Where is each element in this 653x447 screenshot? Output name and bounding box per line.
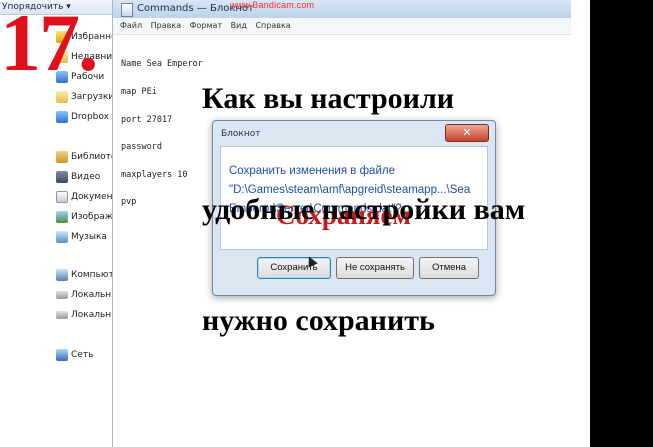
nav-item-label: Локальн xyxy=(71,310,112,320)
nav-item-label: Сеть xyxy=(71,350,94,360)
picture-icon xyxy=(56,211,68,223)
nav-item-label: Загрузки xyxy=(71,92,115,102)
nav-item-label: Докумен xyxy=(71,192,113,202)
nav-item-local-disk-c[interactable]: Локальн xyxy=(56,287,111,303)
text-line: map PEi xyxy=(121,87,157,98)
document-icon xyxy=(56,191,68,203)
step-number: 17. xyxy=(0,0,98,88)
computer-icon xyxy=(56,269,68,281)
nav-item-documents[interactable]: Докумен xyxy=(56,189,113,205)
nav-item-label: Видео xyxy=(71,172,101,182)
nav-item-video[interactable]: Видео xyxy=(56,169,100,185)
text-editor[interactable]: Name Sea Emperor map PEi port 27017 pass… xyxy=(121,42,203,226)
notepad-icon xyxy=(121,3,133,17)
instruction-heading: Как вы настроили удобные настройки вам н… xyxy=(202,6,525,376)
menu-edit[interactable]: Правка xyxy=(148,18,184,34)
nav-item-downloads[interactable]: Загрузки xyxy=(56,89,114,105)
library-icon xyxy=(56,151,68,163)
disk-icon xyxy=(56,311,68,319)
disk-icon xyxy=(56,291,68,299)
text-line: pvp xyxy=(121,197,137,208)
dropbox-icon xyxy=(56,111,68,123)
nav-item-network[interactable]: Сеть xyxy=(56,347,93,363)
heading-line: нужно сохранить xyxy=(202,304,435,337)
nav-item-label: Музыка xyxy=(71,232,107,242)
menu-file[interactable]: Файл xyxy=(117,18,145,34)
nav-item-pictures[interactable]: Изображ xyxy=(56,209,113,225)
text-line: maxplayers 10 xyxy=(121,169,188,180)
nav-item-label: Локальн xyxy=(71,290,112,300)
text-line: Name Sea Emperor xyxy=(121,59,203,70)
heading-line: удобные настройки вам xyxy=(202,193,526,226)
nav-item-dropbox[interactable]: Dropbox xyxy=(56,109,109,125)
nav-item-music[interactable]: Музыка xyxy=(56,229,107,245)
downloads-folder-icon xyxy=(56,91,68,103)
nav-item-local-disk-d[interactable]: Локальн xyxy=(56,307,111,323)
nav-item-label: Изображ xyxy=(71,212,113,222)
heading-line: Как вы настроили xyxy=(202,82,455,115)
text-line: port 27017 xyxy=(121,114,173,125)
text-line: password xyxy=(121,142,162,153)
network-icon xyxy=(56,349,68,361)
music-icon xyxy=(56,231,68,243)
video-icon xyxy=(56,171,68,183)
nav-item-label: Dropbox xyxy=(71,112,109,122)
